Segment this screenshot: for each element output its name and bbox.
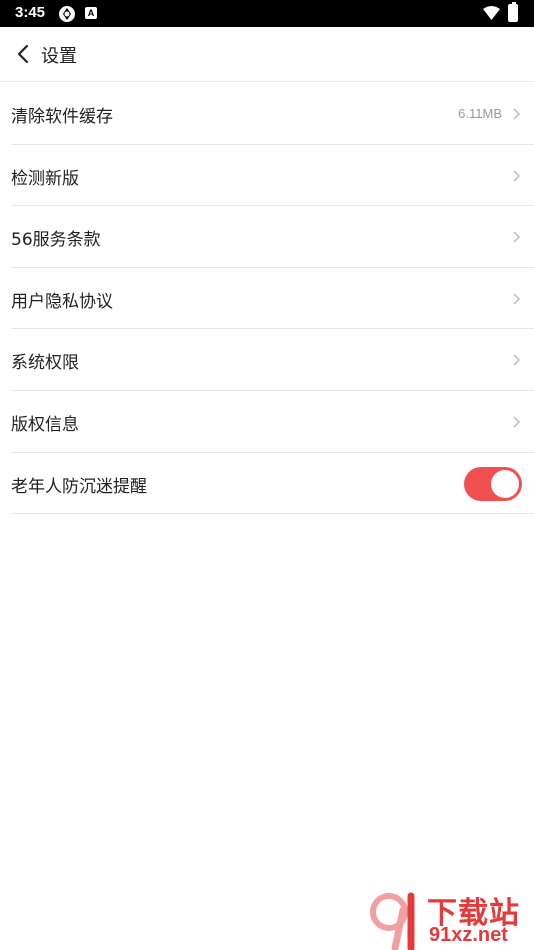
toggle-knob — [491, 469, 519, 498]
settings-item-label: 56服务条款 — [11, 230, 101, 251]
chevron-right-icon — [513, 108, 521, 120]
settings-item-permissions[interactable]: 系统权限 — [11, 329, 534, 391]
battery-icon — [508, 2, 518, 22]
settings-item-label: 检测新版 — [11, 168, 79, 189]
status-time: 3:45 — [15, 4, 46, 21]
settings-item-label: 老年人防沉迷提醒 — [11, 476, 147, 497]
chevron-right-icon — [513, 231, 521, 243]
chevron-right-icon — [513, 293, 521, 305]
settings-item-clear-cache[interactable]: 清除软件缓存 6.11MB — [11, 83, 534, 145]
wifi-icon — [483, 6, 500, 20]
settings-item-check-update[interactable]: 检测新版 — [11, 145, 534, 207]
chevron-right-icon — [513, 354, 521, 366]
chevron-left-icon[interactable] — [13, 42, 33, 66]
settings-item-label: 版权信息 — [11, 414, 79, 435]
settings-item-terms[interactable]: 56服务条款 — [11, 206, 534, 268]
cache-size-value: 6.11MB — [458, 106, 502, 121]
settings-item-privacy[interactable]: 用户隐私协议 — [11, 268, 534, 330]
watermark-logo-icon — [370, 892, 415, 950]
settings-item-label: 用户隐私协议 — [11, 291, 113, 312]
settings-item-label: 系统权限 — [11, 353, 79, 374]
status-bar: 3:45 A — [0, 0, 534, 27]
elderly-reminder-toggle[interactable] — [464, 466, 522, 501]
settings-item-elderly-reminder: 老年人防沉迷提醒 — [11, 453, 534, 515]
chevron-right-icon — [513, 416, 521, 428]
settings-list: 清除软件缓存 6.11MB 检测新版 56服务条款 用户隐私协议 系统权限 版权… — [0, 83, 534, 515]
settings-item-label: 清除软件缓存 — [11, 107, 113, 127]
watermark: 下载站 91xz.net — [365, 888, 534, 950]
settings-item-copyright[interactable]: 版权信息 — [11, 391, 534, 453]
a-icon: A — [85, 7, 97, 19]
page-title: 设置 — [41, 46, 77, 67]
header: 设置 — [0, 27, 534, 82]
sync-icon — [59, 6, 75, 22]
chevron-right-icon — [513, 170, 521, 182]
watermark-subtitle: 91xz.net — [429, 924, 508, 946]
